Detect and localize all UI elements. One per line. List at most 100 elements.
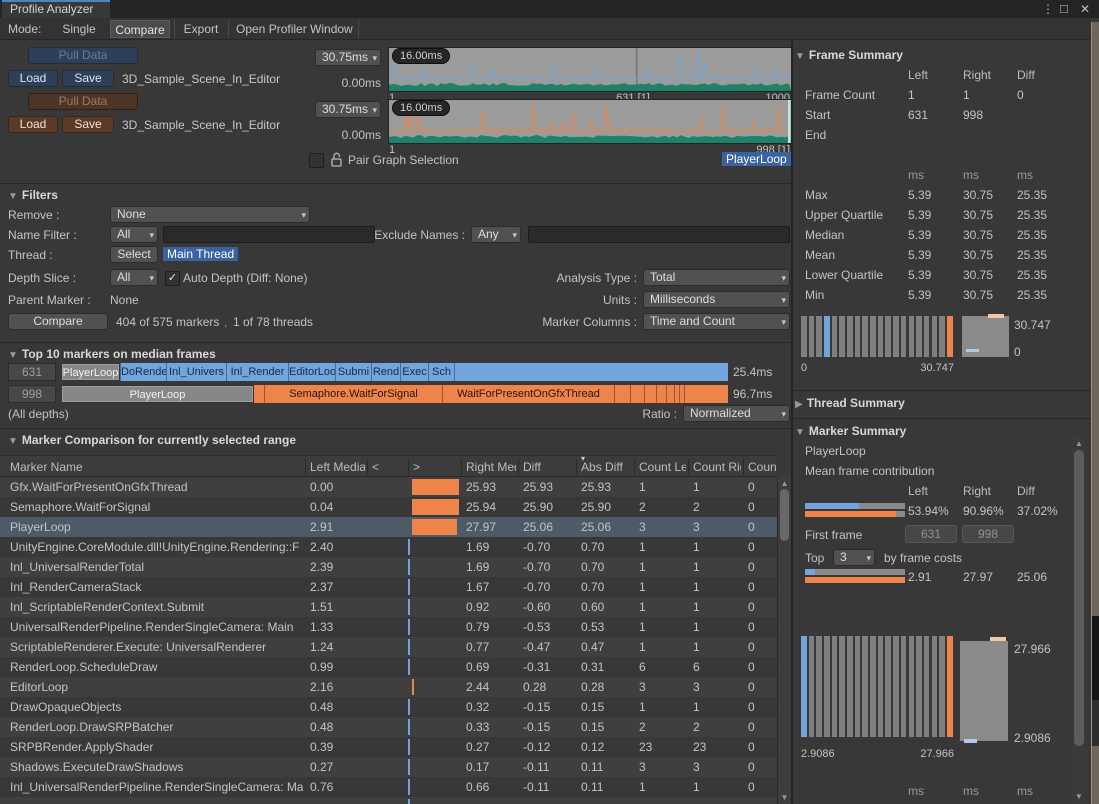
top10-bar[interactable]: PlayerLoop Semaphore.WaitForSignalWaitFor… — [62, 385, 728, 403]
table-row[interactable]: Inl_RenderCameraStack2.371.67-0.700.7011… — [0, 577, 777, 597]
foldout-open-icon[interactable]: ▼ — [8, 350, 18, 361]
lock-open-icon[interactable] — [330, 151, 343, 167]
save-left-button[interactable]: Save — [62, 70, 114, 87]
summary-scrollbar-thumb[interactable] — [1074, 450, 1084, 746]
mode-single-button[interactable]: Single — [52, 22, 106, 36]
top10-segment[interactable] — [454, 363, 468, 381]
foldout-closed-icon[interactable]: ▶ — [795, 399, 803, 410]
top10-segment[interactable] — [254, 385, 264, 403]
top10-segment[interactable]: Sch — [428, 363, 454, 381]
remove-dropdown[interactable]: None ▾ — [110, 206, 310, 223]
top10-segment[interactable]: Rend — [371, 363, 400, 381]
top10-segment[interactable] — [666, 385, 674, 403]
top-n-dropdown[interactable]: 3 ▾ — [833, 549, 875, 566]
maximize-icon[interactable]: □ — [1060, 1, 1068, 16]
table-row[interactable]: UnityEngine.CoreModule.dll!UnityEngine.R… — [0, 537, 777, 557]
top10-segment[interactable]: Inl_Univers — [166, 363, 226, 381]
top10-segment[interactable]: Exec — [400, 363, 428, 381]
pull-data-left-button[interactable]: Pull Data — [28, 47, 138, 64]
table-row[interactable]: UniversalRenderPipeline.RenderSingleCame… — [0, 617, 777, 637]
range-left-dropdown[interactable]: 30.75ms ▾ — [315, 49, 381, 66]
first-frame-right-button[interactable]: 998 — [962, 525, 1014, 543]
table-column-header[interactable]: Abs Diff — [581, 456, 632, 478]
top10-segment[interactable] — [630, 385, 644, 403]
save-right-button[interactable]: Save — [62, 116, 114, 133]
column-separator[interactable] — [634, 459, 635, 475]
load-right-button[interactable]: Load — [8, 116, 58, 133]
name-filter-input[interactable] — [163, 226, 375, 243]
top10-segment[interactable]: EditorLoo — [288, 363, 335, 381]
table-column-header[interactable]: Diff — [523, 456, 574, 478]
thread-summary-title[interactable]: Thread Summary — [807, 396, 905, 410]
auto-depth-checkbox[interactable]: ✓ — [165, 271, 180, 286]
pull-data-right-button[interactable]: Pull Data — [28, 93, 138, 110]
column-separator[interactable] — [576, 459, 577, 475]
table-row[interactable]: EditorLoop2.162.440.280.28330 — [0, 677, 777, 697]
table-column-header[interactable]: Count Diff — [748, 456, 776, 478]
column-separator[interactable] — [461, 459, 462, 475]
scroll-up-icon[interactable]: ▲ — [778, 479, 791, 488]
table-row[interactable]: SRPBRender.ApplyShader0.390.27-0.120.122… — [0, 737, 777, 757]
close-icon[interactable]: ✕ — [1080, 2, 1090, 16]
top10-segment[interactable] — [614, 385, 630, 403]
top10-segment[interactable]: Submi — [335, 363, 371, 381]
marker-columns-dropdown[interactable]: Time and Count ▾ — [643, 313, 790, 330]
kebab-menu-icon[interactable]: ⋮ — [1042, 2, 1054, 16]
marker-summary-title[interactable]: Marker Summary — [809, 424, 906, 438]
column-separator[interactable] — [743, 459, 744, 475]
open-profiler-button[interactable]: Open Profiler Window — [236, 22, 353, 36]
foldout-open-icon[interactable]: ▼ — [8, 191, 18, 202]
first-frame-left-button[interactable]: 631 — [905, 525, 957, 543]
exclude-mode-dropdown[interactable]: Any ▾ — [471, 226, 521, 243]
frame-summary-title[interactable]: Frame Summary — [809, 48, 903, 62]
top10-segment[interactable] — [644, 385, 656, 403]
range-right-dropdown[interactable]: 30.75ms ▾ — [315, 101, 381, 118]
top10-segment[interactable]: Semaphore.WaitForSignal — [264, 385, 442, 403]
table-column-header[interactable]: Right Median — [466, 456, 516, 478]
top10-segment[interactable] — [684, 385, 688, 403]
top10-title[interactable]: Top 10 markers on median frames — [22, 347, 216, 361]
analysis-type-dropdown[interactable]: Total ▾ — [643, 269, 790, 286]
table-row[interactable]: Shadows.ExecuteDrawShadows0.270.17-0.110… — [0, 757, 777, 777]
table-row[interactable]: Inl_UniversalRenderTotal2.391.69-0.700.7… — [0, 557, 777, 577]
top10-segment[interactable]: DoRenderl — [120, 363, 166, 381]
foldout-open-icon[interactable]: ▼ — [795, 427, 805, 438]
top10-segment[interactable]: PlayerLoop — [62, 363, 120, 381]
table-column-header[interactable]: Left Median — [310, 456, 365, 478]
compare-button[interactable]: Compare — [8, 313, 108, 330]
table-row[interactable]: PlayerLoop2.9127.9725.0625.06330 — [0, 517, 777, 537]
table-scrollbar-thumb[interactable] — [780, 489, 789, 541]
exclude-names-input[interactable] — [528, 226, 790, 243]
table-row[interactable]: DrawOpaqueObjects0.480.32-0.150.15110 — [0, 697, 777, 717]
export-button[interactable]: Export — [178, 22, 224, 36]
top10-segment[interactable]: PlayerLoop — [62, 385, 254, 403]
column-separator[interactable] — [367, 459, 368, 475]
load-left-button[interactable]: Load — [8, 70, 58, 87]
scroll-down-icon[interactable]: ▼ — [778, 793, 791, 802]
mode-compare-button[interactable]: Compare — [110, 20, 170, 38]
scroll-down-icon[interactable]: ▼ — [1072, 792, 1086, 801]
name-filter-mode-dropdown[interactable]: All ▾ — [110, 226, 158, 243]
foldout-open-icon[interactable]: ▼ — [795, 51, 805, 62]
depth-slice-dropdown[interactable]: All ▾ — [110, 269, 158, 286]
top10-frame-number[interactable]: 631 — [8, 363, 56, 381]
table-row[interactable]: Semaphore.WaitForSignal0.0425.9425.9025.… — [0, 497, 777, 517]
table-column-header[interactable]: Marker Name — [10, 456, 303, 478]
units-dropdown[interactable]: Milliseconds ▾ — [643, 291, 790, 308]
summary-scrollbar[interactable]: ▲ ▼ — [1072, 436, 1086, 804]
top10-frame-number[interactable]: 998 — [8, 385, 56, 403]
top10-segment[interactable]: Inl_Render — [226, 363, 288, 381]
scroll-up-icon[interactable]: ▲ — [1072, 439, 1086, 448]
top10-segment[interactable]: WaitForPresentOnGfxThread — [442, 385, 614, 403]
table-row[interactable]: ScriptableRenderer.Execute: UniversalRen… — [0, 637, 777, 657]
table-row[interactable]: Gfx.WaitForPresentOnGfxThread0.0025.9325… — [0, 477, 777, 497]
marker-table-title[interactable]: Marker Comparison for currently selected… — [22, 433, 296, 447]
table-row[interactable]: Inl_UniversalRenderPipeline.RenderSingle… — [0, 777, 777, 797]
top10-bar[interactable]: PlayerLoopDoRenderlInl_UniversInl_Render… — [62, 363, 728, 381]
table-row[interactable]: RenderLoop.DrawSRPBatcher0.480.33-0.150.… — [0, 717, 777, 737]
table-row[interactable]: Inl_ScriptableRenderContext.Submit1.510.… — [0, 597, 777, 617]
thread-select-button[interactable]: Select — [110, 246, 158, 263]
table-scrollbar[interactable]: ▲ ▼ — [777, 477, 791, 804]
column-separator[interactable] — [305, 459, 306, 475]
filters-title[interactable]: Filters — [22, 188, 58, 202]
